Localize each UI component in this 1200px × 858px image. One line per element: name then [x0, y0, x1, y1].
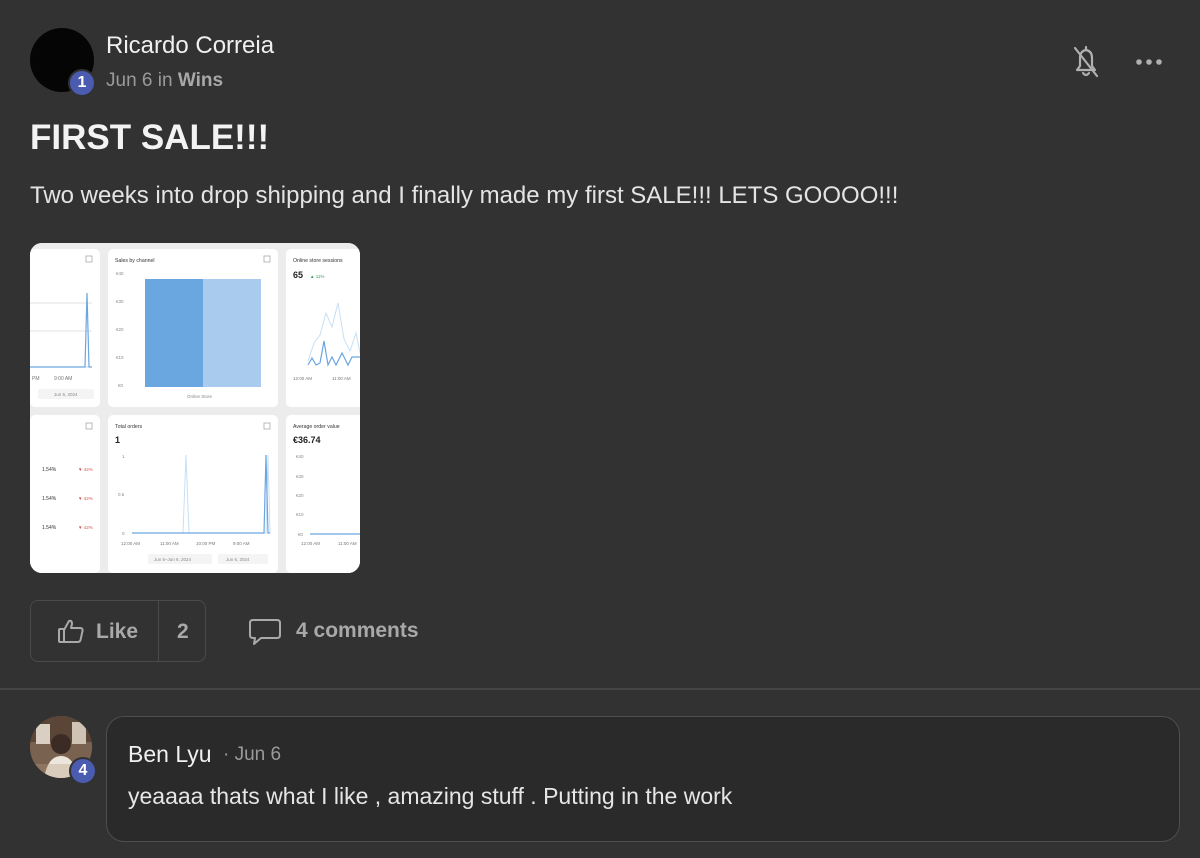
like-count[interactable]: 2	[177, 620, 189, 644]
svg-text:11:00 AM: 11:00 AM	[332, 376, 351, 381]
svg-text:€30: €30	[296, 474, 304, 479]
svg-text:€40: €40	[296, 454, 304, 459]
sessions-title: Online store sessions	[293, 258, 343, 264]
chart-date-label: Jun 6, 2024	[54, 392, 78, 397]
svg-text:€10: €10	[116, 355, 124, 360]
orders-date-label: Jun 6, 2024	[226, 557, 250, 562]
author-name[interactable]: Ricardo Correia	[106, 32, 274, 60]
author-level-badge: 1	[68, 69, 96, 97]
svg-text:▲ 11%: ▲ 11%	[310, 274, 324, 279]
svg-text:11:00 AM: 11:00 AM	[338, 541, 357, 546]
svg-text:11:00 AM: 11:00 AM	[160, 541, 179, 546]
bar-online-store-compare	[203, 279, 261, 387]
svg-text:9:00 AM: 9:00 AM	[233, 541, 250, 546]
sessions-value: 65	[293, 270, 303, 280]
post-meta: Jun 6 in Wins	[106, 70, 223, 92]
svg-text:12:00 AM: 12:00 AM	[301, 541, 320, 546]
like-label: Like	[96, 620, 139, 643]
post-in-word: in	[157, 70, 173, 91]
comment-card: Ben Lyu · Jun 6 yeaaaa thats what I like…	[106, 716, 1180, 842]
svg-text:€10: €10	[296, 512, 304, 517]
svg-text:12:00 AM: 12:00 AM	[293, 376, 312, 381]
commenter-level-badge: 4	[69, 757, 97, 785]
svg-text:€40: €40	[116, 271, 124, 276]
svg-text:€0: €0	[298, 532, 304, 537]
thumbs-up-icon	[58, 619, 84, 643]
rate-value-3: 1.54%	[42, 525, 57, 531]
comment-date: · Jun 6	[223, 744, 282, 765]
svg-text:12:00 AM: 12:00 AM	[121, 541, 140, 546]
comments-button[interactable]: 4 comments	[248, 612, 438, 652]
like-divider	[158, 601, 159, 661]
panel-total-orders	[108, 415, 278, 573]
orders-range-label: Jun 5–Jun 6, 2024	[154, 557, 192, 562]
svg-text:0.5: 0.5	[118, 492, 125, 497]
svg-text:▼ 42%: ▼ 42%	[78, 496, 93, 501]
comment-author[interactable]: Ben Lyu	[128, 741, 212, 768]
like-control: Like 2	[30, 600, 206, 662]
svg-text:▼ 42%: ▼ 42%	[78, 467, 93, 472]
speech-bubble-icon	[249, 619, 281, 645]
bell-off-icon[interactable]	[1070, 44, 1102, 80]
svg-text:10:00 PM: 10:00 PM	[196, 541, 216, 546]
comment-text: yeaaaa thats what I like , amazing stuff…	[128, 783, 733, 809]
post: 1 Ricardo Correia Jun 6 in Wins FIRST SA…	[0, 0, 1200, 690]
analytics-screenshot: PM 9:00 AM Jun 6, 2024 Sales by channel …	[30, 243, 360, 573]
aov-value: €36.74	[293, 435, 321, 445]
bar-category-label: Online Store	[187, 394, 213, 399]
svg-text:PM: PM	[32, 376, 40, 382]
post-body: Two weeks into drop shipping and I final…	[30, 182, 899, 209]
more-horizontal-icon[interactable]	[1134, 52, 1164, 72]
rate-value-2: 1.54%	[42, 496, 57, 502]
post-image-attachment[interactable]: PM 9:00 AM Jun 6, 2024 Sales by channel …	[30, 243, 360, 573]
svg-text:€20: €20	[116, 327, 124, 332]
post-title: FIRST SALE!!!	[30, 118, 270, 157]
sales-by-channel-title: Sales by channel	[115, 258, 155, 264]
section-divider	[0, 688, 1200, 690]
post-date: Jun 6	[106, 70, 153, 91]
panel-conversion-rates	[30, 415, 100, 573]
svg-text:€20: €20	[296, 493, 304, 498]
bar-online-store	[145, 279, 203, 387]
panel-partial-chart	[30, 249, 100, 407]
svg-text:▼ 42%: ▼ 42%	[78, 525, 93, 530]
comments-count-label: 4 comments	[296, 619, 419, 642]
total-orders-value: 1	[115, 435, 120, 445]
post-category-link[interactable]: Wins	[178, 70, 223, 91]
svg-text:€0: €0	[118, 383, 124, 388]
total-orders-title: Total orders	[115, 424, 143, 430]
like-button[interactable]: Like	[31, 601, 158, 661]
aov-title: Average order value	[293, 424, 340, 430]
rate-value-1: 1.54%	[42, 467, 57, 473]
svg-text:9:00 AM: 9:00 AM	[54, 376, 72, 382]
svg-text:€30: €30	[116, 299, 124, 304]
